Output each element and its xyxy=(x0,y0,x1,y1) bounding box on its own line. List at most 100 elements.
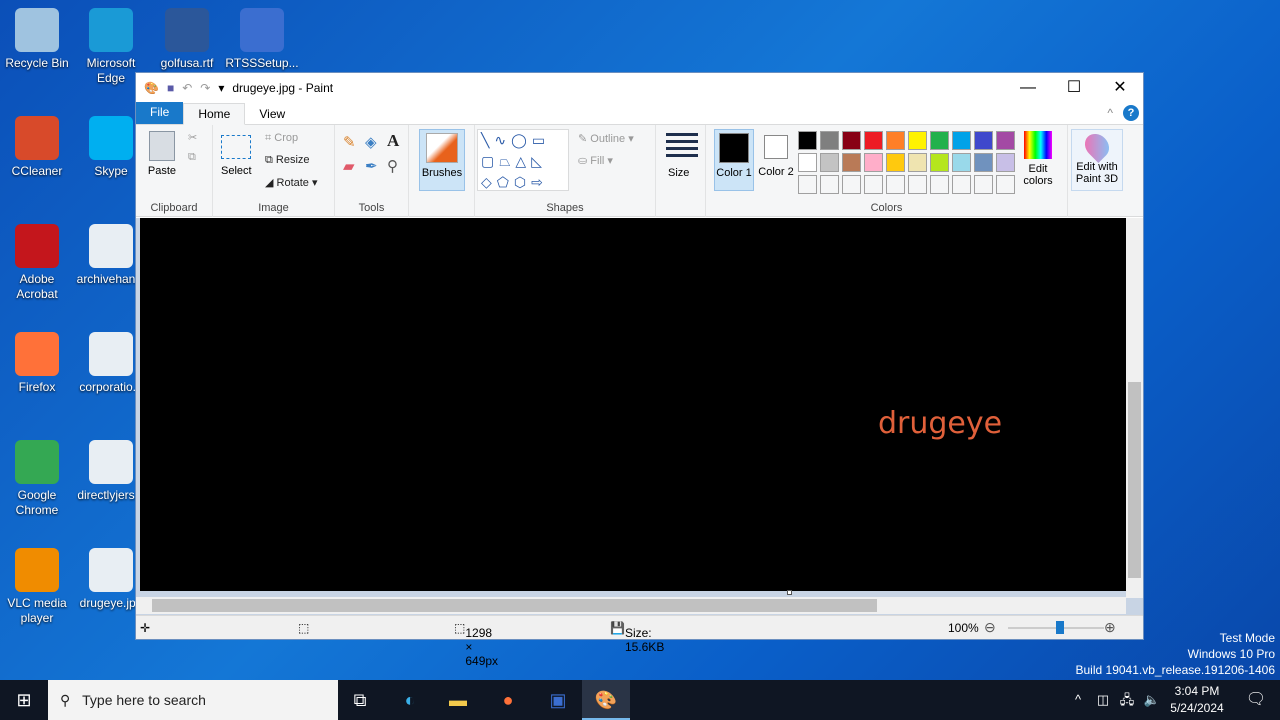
desktop-icon[interactable]: RTSSSetup... xyxy=(225,8,299,71)
canvas-resize-handle[interactable] xyxy=(787,590,792,595)
zoom-slider[interactable] xyxy=(1008,621,1104,634)
tools-label: Tools xyxy=(358,202,385,214)
notifications-icon[interactable]: 🗨 xyxy=(1232,680,1280,720)
desktop-icon[interactable]: Google Chrome xyxy=(0,440,74,518)
palette-swatch[interactable] xyxy=(952,153,971,172)
select-button[interactable]: Select xyxy=(221,135,252,177)
firefox-taskbar-icon[interactable]: ● xyxy=(484,680,532,720)
outline-button[interactable]: ✎ Outline ▾ xyxy=(578,132,634,145)
palette-swatch[interactable] xyxy=(908,153,927,172)
zoom-slider-thumb[interactable] xyxy=(1056,621,1064,634)
palette-swatch[interactable] xyxy=(952,175,971,194)
palette-swatch[interactable] xyxy=(798,153,817,172)
desktop-icon[interactable]: Adobe Acrobat xyxy=(0,224,74,302)
magnifier-icon[interactable]: ⚲ xyxy=(387,157,398,175)
image-canvas[interactable]: drugeye xyxy=(140,218,1126,591)
palette-swatch[interactable] xyxy=(864,153,883,172)
palette-swatch[interactable] xyxy=(908,131,927,150)
customize-qat-icon[interactable]: ▾ xyxy=(218,81,224,95)
palette-swatch[interactable] xyxy=(952,131,971,150)
palette-swatch[interactable] xyxy=(864,131,883,150)
color1-button[interactable]: Color 1 xyxy=(714,129,754,191)
horizontal-scrollbar[interactable] xyxy=(136,597,1126,614)
palette-swatch[interactable] xyxy=(820,153,839,172)
edit-colors-button[interactable]: Edit colors xyxy=(1018,131,1058,187)
text-icon[interactable]: A xyxy=(387,131,399,151)
palette-swatch[interactable] xyxy=(798,131,817,150)
crop-button[interactable]: ⌗ Crop xyxy=(265,132,298,145)
desktop-icon[interactable]: golfusa.rtf xyxy=(150,8,224,71)
vertical-scroll-thumb[interactable] xyxy=(1128,382,1141,578)
rtss-taskbar-icon[interactable]: ▣ xyxy=(534,680,582,720)
palette-swatch[interactable] xyxy=(930,153,949,172)
palette-swatch[interactable] xyxy=(886,131,905,150)
task-view-icon[interactable]: ⧉ xyxy=(336,680,384,720)
tab-file[interactable]: File xyxy=(136,102,184,124)
cut-icon[interactable]: ✂ xyxy=(188,131,197,144)
desktop-icon[interactable]: Recycle Bin xyxy=(0,8,74,71)
paint-taskbar-icon[interactable]: 🎨 xyxy=(582,680,630,720)
minimize-button[interactable]: — xyxy=(1005,73,1051,103)
zoom-level: 100% xyxy=(948,621,979,635)
palette-swatch[interactable] xyxy=(996,153,1015,172)
desktop-icon[interactable]: CCleaner xyxy=(0,116,74,179)
palette-swatch[interactable] xyxy=(908,175,927,194)
search-box[interactable]: ⚲ Type here to search xyxy=(48,680,338,720)
palette-swatch[interactable] xyxy=(886,153,905,172)
start-button[interactable]: ⊞ xyxy=(0,680,48,720)
palette-swatch[interactable] xyxy=(974,153,993,172)
palette-swatch[interactable] xyxy=(864,175,883,194)
shapes-gallery[interactable]: ╲∿◯▭ ▢⏢△◺ ◇⬠⬡⇨ xyxy=(477,129,569,191)
camera-tray-icon[interactable]: ◫ xyxy=(1092,680,1114,720)
desktop-icon-label: Recycle Bin xyxy=(5,56,69,70)
close-button[interactable]: ✕ xyxy=(1097,73,1143,103)
save-icon[interactable]: ■ xyxy=(167,81,174,95)
palette-swatch[interactable] xyxy=(974,131,993,150)
horizontal-scroll-thumb[interactable] xyxy=(152,599,877,612)
file-explorer-icon[interactable]: ▬ xyxy=(434,680,482,720)
palette-swatch[interactable] xyxy=(930,131,949,150)
help-icon[interactable]: ? xyxy=(1123,105,1139,121)
size-button[interactable]: Size xyxy=(656,125,706,217)
palette-swatch[interactable] xyxy=(930,175,949,194)
cursor-position-icon: ✛ xyxy=(140,621,151,635)
desktop-icon[interactable]: Firefox xyxy=(0,332,74,395)
eraser-icon[interactable]: ▰ xyxy=(343,157,355,175)
palette-swatch[interactable] xyxy=(842,175,861,194)
resize-button[interactable]: ⧉ Resize xyxy=(265,154,310,167)
tab-home[interactable]: Home xyxy=(183,103,246,125)
redo-icon[interactable]: ↷ xyxy=(200,81,210,95)
fill-button[interactable]: ⛀ Fill ▾ xyxy=(578,154,613,167)
color-picker-icon[interactable]: ✒ xyxy=(365,157,378,175)
show-hidden-icons[interactable]: ^ xyxy=(1066,680,1090,720)
vertical-scrollbar[interactable] xyxy=(1126,218,1143,598)
zoom-out-button[interactable]: ⊖ xyxy=(984,619,996,636)
palette-swatch[interactable] xyxy=(996,175,1015,194)
brushes-button[interactable]: Brushes xyxy=(419,129,465,191)
undo-icon[interactable]: ↶ xyxy=(182,81,192,95)
palette-swatch[interactable] xyxy=(820,131,839,150)
edge-taskbar-icon[interactable]: ◐ xyxy=(386,680,434,720)
palette-swatch[interactable] xyxy=(820,175,839,194)
desktop-icon[interactable]: VLC media player xyxy=(0,548,74,626)
palette-swatch[interactable] xyxy=(798,175,817,194)
network-icon[interactable]: 🖧 xyxy=(1115,680,1139,720)
pencil-icon[interactable]: ✎ xyxy=(343,133,356,151)
paste-button[interactable]: Paste xyxy=(146,131,178,177)
tab-view[interactable]: View xyxy=(245,104,299,124)
volume-icon[interactable]: 🔈 xyxy=(1140,680,1164,720)
file-size-text: Size: 15.6KB xyxy=(624,626,665,654)
collapse-ribbon-icon[interactable]: ^ xyxy=(1101,106,1119,124)
edit-paint3d-button[interactable]: Edit with Paint 3D xyxy=(1071,129,1123,191)
palette-swatch[interactable] xyxy=(996,131,1015,150)
fill-bucket-icon[interactable]: ◈ xyxy=(365,133,377,151)
clock[interactable]: 3:04 PM 5/24/2024 xyxy=(1166,683,1228,717)
maximize-button[interactable]: ☐ xyxy=(1051,73,1097,103)
color2-button[interactable]: Color 2 xyxy=(758,129,794,178)
palette-swatch[interactable] xyxy=(974,175,993,194)
copy-icon[interactable]: ⧉ xyxy=(188,151,196,164)
palette-swatch[interactable] xyxy=(842,153,861,172)
palette-swatch[interactable] xyxy=(886,175,905,194)
palette-swatch[interactable] xyxy=(842,131,861,150)
rotate-button[interactable]: ◢ Rotate ▾ xyxy=(265,176,318,189)
